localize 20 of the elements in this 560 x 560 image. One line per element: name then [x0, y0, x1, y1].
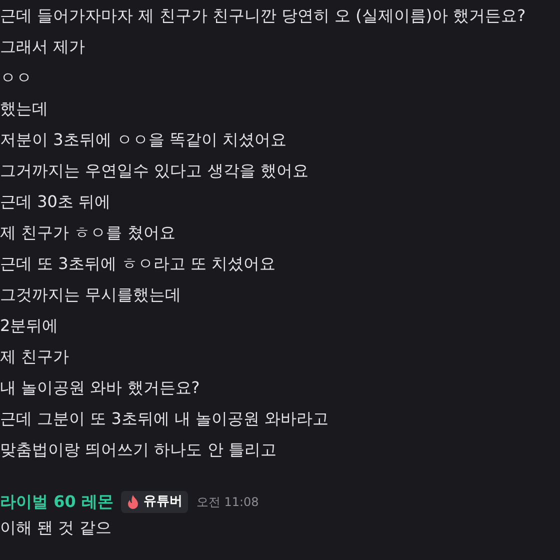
message-line: 근데 30초 뒤에 [0, 191, 111, 213]
message-line: 저분이 3초뒤에 ㅇㅇ을 똑같이 치셨어요 [0, 129, 287, 151]
timestamp: 오전 11:08 [196, 494, 259, 511]
message-line: 근데 들어가자마자 제 친구가 친구니깐 당연히 오 (실제이름)아 했거든요? [0, 5, 526, 27]
message-line: 2분뒤에 [0, 315, 58, 337]
fire-icon [127, 495, 140, 509]
message-line: ㅇㅇ [0, 67, 32, 89]
message-line: 제 친구가 ㅎㅇ를 쳤어요 [0, 222, 176, 244]
message-line: 그것까지는 무시를했는데 [0, 284, 182, 306]
message-line: 근데 그분이 또 3초뒤에 내 놀이공원 와바라고 [0, 408, 329, 430]
author-name[interactable]: 라이벌 60 레몬 [0, 490, 114, 514]
message-line: 내 놀이공원 와바 했거든요? [0, 377, 200, 399]
message-line: 이해 됀 것 같으 [0, 517, 112, 539]
message-line: 했는데 [0, 98, 48, 120]
message-line: 그거까지는 우연일수 있다고 생각을 했어요 [0, 160, 308, 182]
role-badge: 유튜버 [121, 491, 188, 513]
message-line: 제 친구가 [0, 346, 70, 368]
message-line: 근데 또 3초뒤에 ㅎㅇ라고 또 치셨어요 [0, 253, 276, 275]
message-line: 그래서 제가 [0, 36, 86, 58]
message-line: 맞춤법이랑 띄어쓰기 하나도 안 틀리고 [0, 439, 276, 461]
